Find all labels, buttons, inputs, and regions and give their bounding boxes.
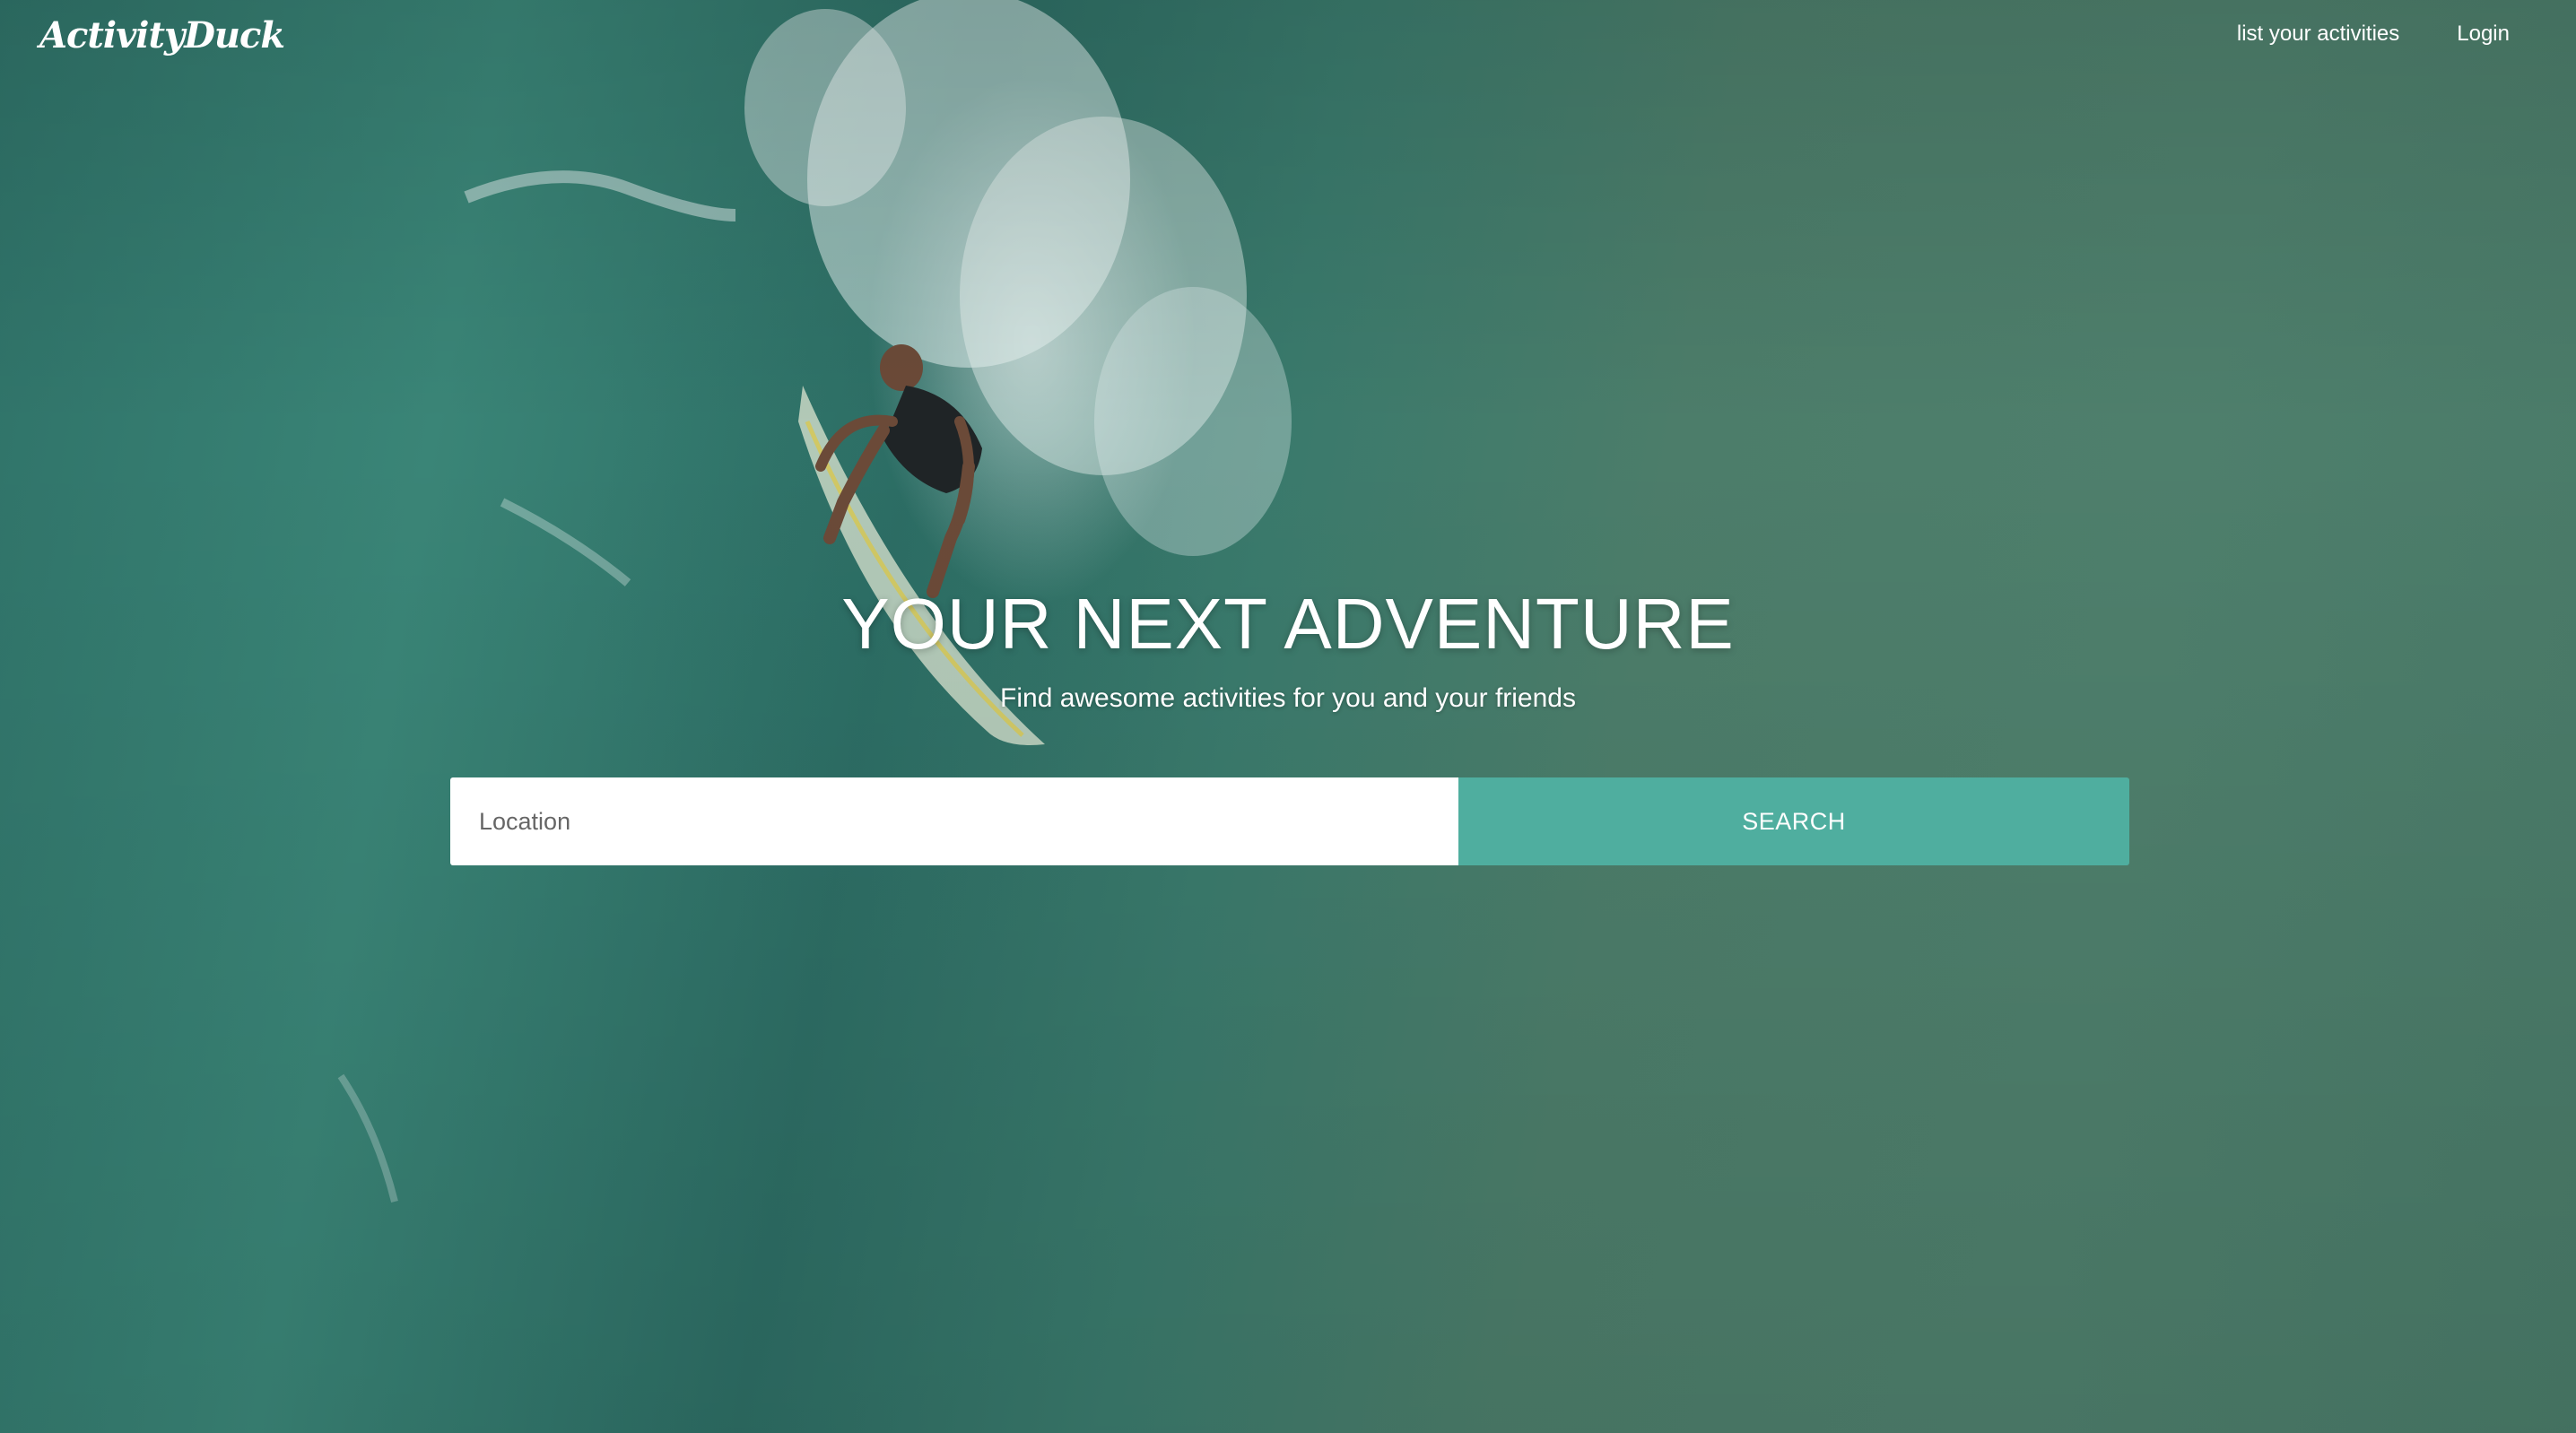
- hero-background: [0, 0, 2576, 1433]
- hero-title: YOUR NEXT ADVENTURE: [841, 584, 1735, 664]
- nav-login-link[interactable]: Login: [2457, 22, 2510, 47]
- nav-list-activities-link[interactable]: list your activities: [2237, 22, 2399, 47]
- top-nav: list your activities Login: [2237, 22, 2510, 47]
- search-bar: SEARCH: [450, 777, 2129, 865]
- location-input[interactable]: [450, 777, 1458, 865]
- hero-overlay: [0, 0, 2576, 1433]
- hero-subtitle: Find awesome activities for you and your…: [1000, 683, 1576, 713]
- search-button[interactable]: SEARCH: [1458, 777, 2129, 865]
- site-logo[interactable]: ActivityDuck: [39, 14, 285, 56]
